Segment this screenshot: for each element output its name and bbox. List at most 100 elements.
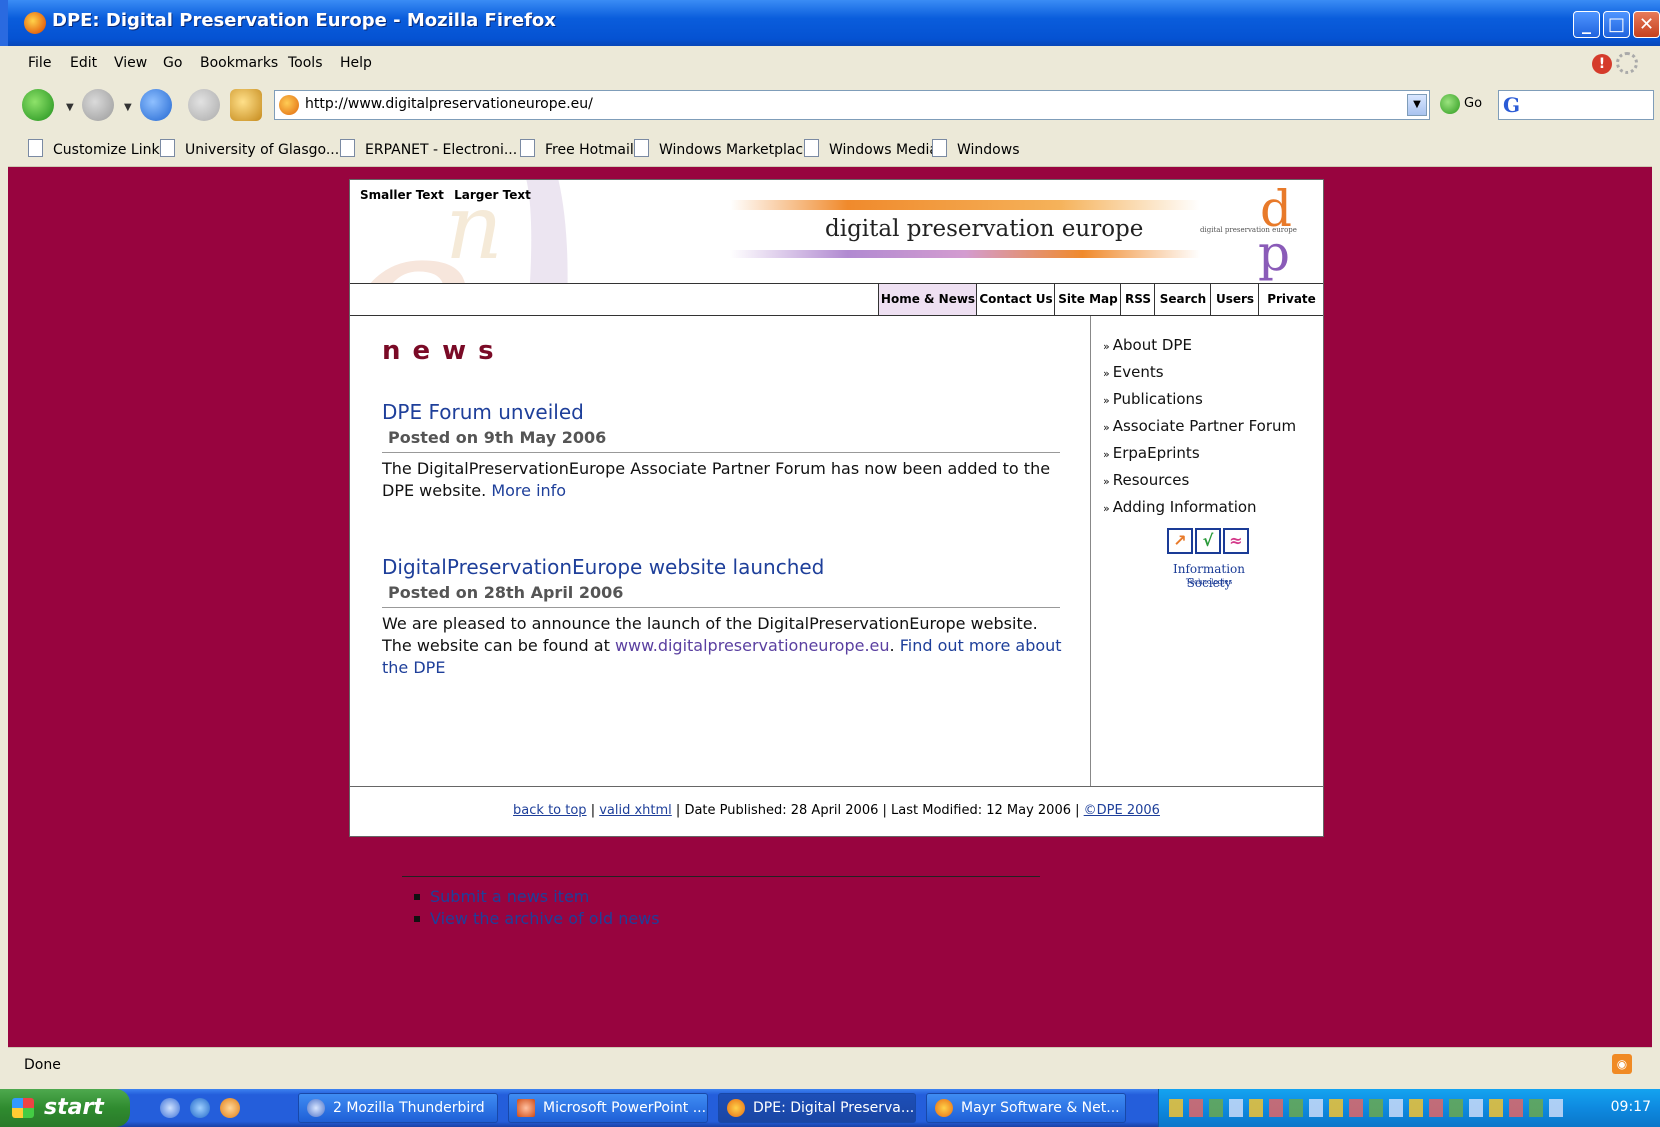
tab-rss[interactable]: RSS	[1120, 284, 1155, 315]
separator: |	[878, 803, 892, 818]
sidebar-item-erpaeprints[interactable]: » ErpaEprints	[1103, 444, 1200, 462]
content-viewport: e n Smaller Text Larger Text digital pre…	[8, 167, 1652, 1047]
menu-file[interactable]: File	[28, 55, 51, 71]
update-alert-icon[interactable]: !	[1592, 54, 1612, 74]
sidebar-item-events[interactable]: » Events	[1103, 363, 1164, 381]
status-bar: Done ◉	[8, 1047, 1652, 1082]
page-icon	[340, 139, 355, 157]
back-icon[interactable]	[22, 89, 54, 121]
bookmark-item[interactable]: Windows	[932, 139, 1020, 158]
news-item-title[interactable]: DPE Forum unveiled	[382, 400, 584, 424]
page-title: news	[382, 336, 506, 366]
bookmarks-toolbar: Customize Links University of Glasgo... …	[8, 128, 1652, 167]
taskbar-firefox-mayr[interactable]: Mayr Software & Net...	[926, 1093, 1126, 1123]
tab-home-news[interactable]: Home & News	[878, 284, 977, 315]
archive-news-link[interactable]: View the archive of old news	[412, 908, 660, 930]
tray-icons[interactable]	[1169, 1099, 1569, 1117]
menu-edit[interactable]: Edit	[70, 55, 97, 71]
divider	[402, 876, 1040, 877]
taskbar-powerpoint[interactable]: Microsoft PowerPoint ...	[508, 1093, 708, 1123]
larger-text-link[interactable]: Larger Text	[454, 188, 531, 202]
menu-help[interactable]: Help	[340, 55, 372, 71]
minimize-button[interactable]: _	[1573, 11, 1600, 38]
menu-view[interactable]: View	[114, 55, 147, 71]
stop-icon[interactable]	[188, 89, 220, 121]
tab-contact-us[interactable]: Contact Us	[976, 284, 1055, 315]
title-bar: DPE: Digital Preservation Europe - Mozil…	[0, 0, 1660, 46]
tab-users[interactable]: Users	[1210, 284, 1259, 315]
reload-icon[interactable]	[140, 89, 172, 121]
search-input[interactable]: G	[1498, 90, 1654, 120]
bookmark-item[interactable]: University of Glasgo...	[160, 139, 339, 158]
ist-logo[interactable]: ↗ √ ≈ Information Society Technologies	[1151, 528, 1267, 594]
submit-news-link[interactable]: Submit a news item	[412, 886, 660, 908]
home-icon[interactable]	[230, 89, 262, 121]
menu-go[interactable]: Go	[163, 55, 182, 71]
smaller-text-link[interactable]: Smaller Text	[360, 188, 444, 202]
news-body-text: The DigitalPreservationEurope Associate …	[382, 459, 1051, 500]
taskbar-label: 2 Mozilla Thunderbird	[333, 1100, 485, 1116]
menu-bookmarks[interactable]: Bookmarks	[200, 55, 278, 71]
chevron-right-icon: »	[1103, 340, 1110, 353]
bookmark-item[interactable]: Free Hotmail	[520, 139, 634, 158]
news-item-title[interactable]: DigitalPreservationEurope website launch…	[382, 555, 824, 579]
tab-site-map[interactable]: Site Map	[1054, 284, 1121, 315]
sidebar: » About DPE » Events » Publications » Associ…	[1091, 316, 1323, 786]
more-info-link[interactable]: More info	[491, 481, 566, 500]
site-header: e n Smaller Text Larger Text digital pre…	[350, 180, 1323, 283]
start-button[interactable]: start	[0, 1089, 130, 1127]
bookmark-item[interactable]: Windows Marketplace	[634, 139, 812, 158]
outlook-icon[interactable]	[220, 1098, 240, 1118]
dpe-logo-p: p	[1258, 224, 1291, 282]
go-icon[interactable]	[1440, 94, 1460, 114]
sidebar-item-label: Publications	[1112, 390, 1203, 408]
chevron-right-icon: »	[1103, 367, 1110, 380]
url-text[interactable]: http://www.digitalpreservationeurope.eu/	[305, 96, 593, 112]
maximize-button[interactable]: □	[1603, 11, 1630, 38]
rss-icon[interactable]: ◉	[1612, 1054, 1632, 1074]
news-item-date: Posted on 9th May 2006	[388, 428, 607, 447]
back-dropdown-icon[interactable]: ▼	[66, 102, 74, 113]
text-size-controls: Smaller Text Larger Text	[360, 188, 537, 202]
forward-dropdown-icon[interactable]: ▼	[124, 102, 132, 113]
menu-tools[interactable]: Tools	[288, 55, 323, 71]
sidebar-item-partner-forum[interactable]: » Associate Partner Forum	[1103, 417, 1296, 435]
internet-explorer-icon[interactable]	[190, 1098, 210, 1118]
website-url-link[interactable]: www.digitalpreservationeurope.eu	[615, 636, 890, 655]
valid-xhtml-link[interactable]: valid xhtml	[599, 803, 672, 818]
firefox-icon	[935, 1099, 953, 1117]
chevron-right-icon: »	[1103, 421, 1110, 434]
taskbar-firefox-dpe[interactable]: DPE: Digital Preserva...	[718, 1093, 916, 1123]
forward-icon[interactable]	[82, 89, 114, 121]
news-links-list: Submit a news item View the archive of o…	[412, 886, 660, 930]
sidebar-item-about[interactable]: » About DPE	[1103, 336, 1192, 354]
wave-icon: ≈	[1223, 528, 1249, 554]
tab-search[interactable]: Search	[1154, 284, 1211, 315]
taskbar-label: Mayr Software & Net...	[961, 1100, 1120, 1116]
chevron-right-icon: »	[1103, 502, 1110, 515]
google-icon[interactable]: G	[1503, 93, 1520, 117]
bookmark-item[interactable]: Windows Media	[804, 139, 938, 158]
sidebar-item-adding-information[interactable]: » Adding Information	[1103, 498, 1257, 516]
taskbar-thunderbird[interactable]: 2 Mozilla Thunderbird	[298, 1093, 498, 1123]
chevron-right-icon: »	[1103, 475, 1110, 488]
orange-stripe	[730, 200, 1200, 210]
show-desktop-icon[interactable]	[160, 1098, 180, 1118]
sidebar-item-resources[interactable]: » Resources	[1103, 471, 1189, 489]
close-button[interactable]: ✕	[1633, 11, 1660, 38]
news-item-body: The DigitalPreservationEurope Associate …	[382, 458, 1062, 502]
banner-title: digital preservation europe	[825, 216, 1144, 242]
url-dropdown-icon[interactable]: ▼	[1407, 94, 1427, 116]
menu-bar: File Edit View Go Bookmarks Tools Help !	[8, 46, 1652, 83]
sidebar-item-publications[interactable]: » Publications	[1103, 390, 1203, 408]
url-bar[interactable]: http://www.digitalpreservationeurope.eu/…	[274, 90, 1430, 120]
taskbar-label: Microsoft PowerPoint ...	[543, 1100, 707, 1116]
last-modified: Last Modified: 12 May 2006	[891, 803, 1071, 818]
clock: 09:17	[1610, 1099, 1651, 1115]
copyright-link[interactable]: ©DPE 2006	[1084, 803, 1160, 818]
bookmark-item[interactable]: Customize Links	[28, 139, 167, 158]
back-to-top-link[interactable]: back to top	[513, 803, 587, 818]
bookmark-item[interactable]: ERPANET - Electroni...	[340, 139, 517, 158]
go-button[interactable]: Go	[1464, 96, 1482, 111]
tab-private[interactable]: Private	[1258, 284, 1324, 315]
